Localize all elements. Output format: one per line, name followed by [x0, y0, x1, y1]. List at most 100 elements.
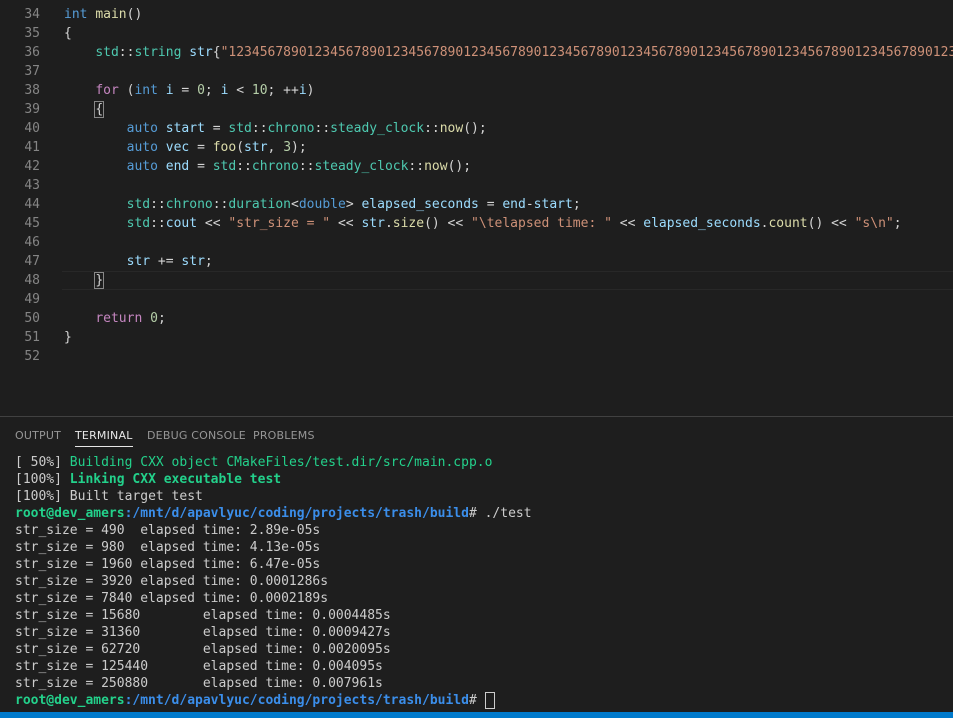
code-line[interactable]: 48 }	[0, 271, 953, 290]
code-token: ;	[572, 197, 581, 212]
code-token: elapsed_seconds	[361, 197, 479, 212]
code-line[interactable]: 47 str += str;	[0, 252, 953, 271]
line-number: 44	[24, 197, 40, 212]
code-token: ::	[251, 121, 268, 136]
code-line[interactable]: 38 for (int i = 0; i < 10; ++i)	[0, 81, 953, 100]
output-line: str_size = 31360 elapsed time: 0.0009427…	[15, 625, 391, 640]
code-token: >	[345, 197, 362, 212]
code-line[interactable]: 50 return 0;	[0, 309, 953, 328]
code-token: double	[298, 197, 346, 212]
code-token: ::	[150, 216, 166, 231]
terminal-output[interactable]: [ 50%] Building CXX object CMakeFiles/te…	[15, 454, 532, 709]
code-text: {	[64, 100, 105, 119]
code-token: =	[189, 140, 213, 155]
code-token: std	[126, 216, 151, 231]
code-token: end	[502, 197, 526, 212]
code-token: i	[165, 83, 174, 98]
code-token: str	[189, 45, 213, 60]
code-token: "s\n"	[854, 216, 894, 231]
code-token: ::	[150, 197, 166, 212]
tab-output[interactable]: OUTPUT	[15, 429, 61, 446]
code-line[interactable]: 39 {	[0, 100, 953, 119]
code-line[interactable]: 43	[0, 176, 953, 195]
code-token: =	[189, 159, 213, 174]
line-number: 41	[24, 140, 40, 155]
code-token: ;	[204, 254, 213, 269]
build-line: [ 50%] Building CXX object CMakeFiles/te…	[15, 455, 493, 470]
code-token: i	[298, 83, 307, 98]
code-token: count	[768, 216, 808, 231]
tab-debug-console[interactable]: DEBUG CONSOLE	[147, 429, 246, 446]
code-token: ;	[893, 216, 902, 231]
code-text: std::string str{"12345678901234567890123…	[64, 43, 953, 62]
code-line[interactable]: 42 auto end = std::chrono::steady_clock:…	[0, 157, 953, 176]
code-line[interactable]: 45 std::cout << "str_size = " << str.siz…	[0, 214, 953, 233]
output-line: str_size = 490 elapsed time: 2.89e-05s	[15, 523, 321, 538]
line-number: 45	[24, 216, 40, 231]
command-text: ./test	[484, 506, 532, 521]
code-token: (	[236, 140, 245, 155]
code-line[interactable]: 40 auto start = std::chrono::steady_cloc…	[0, 119, 953, 138]
line-number: 38	[24, 83, 40, 98]
code-line[interactable]: 46	[0, 233, 953, 252]
code-token: chrono	[267, 121, 315, 136]
code-token: now	[439, 121, 464, 136]
output-line: str_size = 250880 elapsed time: 0.007961…	[15, 676, 383, 691]
tab-terminal[interactable]: TERMINAL	[75, 429, 133, 447]
code-token: {	[64, 26, 72, 41]
code-token: auto	[126, 140, 158, 155]
code-token: ::	[314, 121, 331, 136]
code-token: )	[306, 83, 315, 98]
code-line[interactable]: 51}	[0, 328, 953, 347]
code-token: <<	[197, 216, 229, 231]
code-editor[interactable]: 34 int main() 35{36 std::string str{"12345…	[0, 0, 953, 416]
output-line: str_size = 125440 elapsed time: 0.004095…	[15, 659, 383, 674]
code-text: return 0;	[64, 309, 165, 328]
code-token: 0	[150, 311, 158, 326]
code-token: <<	[330, 216, 362, 231]
code-token: ::	[236, 159, 252, 174]
code-line[interactable]: 34 int main()	[0, 5, 953, 24]
code-line[interactable]: 52	[0, 347, 953, 366]
code-line[interactable]: 37	[0, 62, 953, 81]
code-token: -	[525, 197, 534, 212]
tab-problems[interactable]: PROBLEMS	[253, 429, 315, 446]
bottom-panel: OUTPUT TERMINAL DEBUG CONSOLE PROBLEMS […	[0, 416, 953, 713]
line-number: 48	[24, 273, 40, 288]
code-token: (	[118, 83, 135, 98]
line-number: 39	[24, 102, 40, 117]
code-token: for	[95, 83, 119, 98]
code-line[interactable]: 35 {	[0, 24, 953, 43]
matching-bracket: {	[94, 101, 105, 118]
line-number: 36	[24, 45, 40, 60]
code-token: }	[64, 330, 72, 345]
code-token: ();	[463, 121, 487, 136]
code-text: auto end = std::chrono::steady_clock::no…	[64, 157, 471, 176]
code-token: ::	[424, 121, 440, 136]
code-line[interactable]: 44 std::chrono::duration<double> elapsed…	[0, 195, 953, 214]
code-token: auto	[126, 159, 158, 174]
line-number: 40	[24, 121, 40, 136]
code-line[interactable]: 49	[0, 290, 953, 309]
code-token: size	[392, 216, 425, 231]
code-token: "123456789012345678901234567890123456789…	[220, 45, 953, 60]
code-token: =	[478, 197, 503, 212]
code-token: <<	[611, 216, 644, 231]
code-token: {	[212, 45, 221, 60]
code-line[interactable]: 36 std::string str{"12345678901234567890…	[0, 43, 953, 62]
code-text: for (int i = 0; i < 10; ++i)	[64, 81, 315, 100]
code-text: int main()	[64, 5, 142, 24]
active-prompt-line[interactable]: root@dev_amers:/mnt/d/apavlyuc/coding/pr…	[15, 692, 532, 709]
code-line[interactable]: 41 auto vec = foo(str, 3);	[0, 138, 953, 157]
code-token: std	[126, 197, 151, 212]
code-token: 0	[197, 83, 205, 98]
line-number: 34	[24, 7, 40, 22]
code-token: start	[533, 197, 573, 212]
code-token: =	[204, 121, 229, 136]
